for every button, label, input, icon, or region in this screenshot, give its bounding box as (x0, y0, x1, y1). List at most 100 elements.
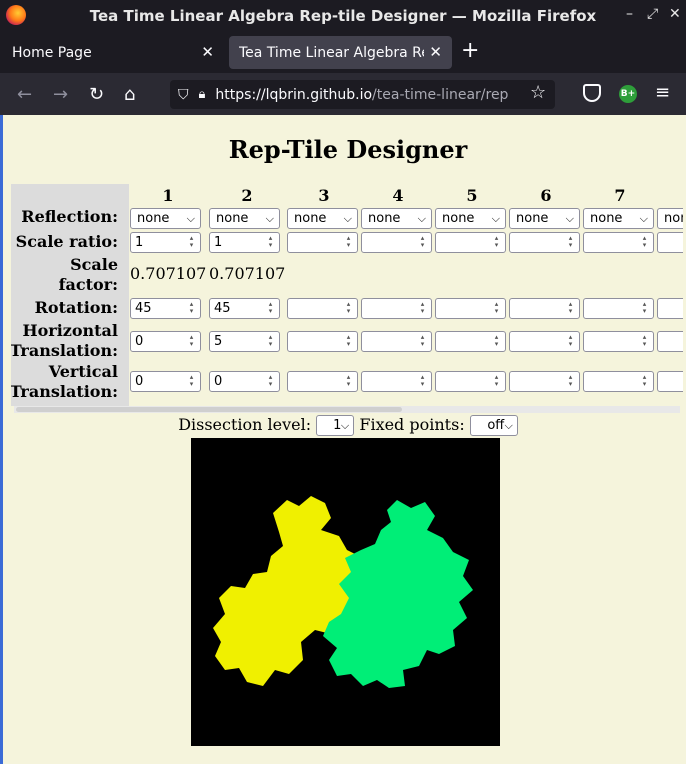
back-arrow-icon[interactable]: ← (17, 84, 32, 105)
spinner-icon[interactable]: ▴ ▾ (640, 334, 649, 348)
scale-ratio-input[interactable]: ▴ ▾ (287, 232, 358, 253)
rotation-input[interactable]: 45 ▴ ▾ (130, 298, 201, 319)
scrollbar-thumb[interactable] (16, 407, 402, 412)
spinner-icon[interactable]: ▴ ▾ (566, 374, 575, 388)
spinner-icon[interactable]: ▴ ▾ (418, 235, 427, 249)
reflection-select[interactable]: none ⌵ (435, 208, 506, 229)
horizontal-translation-input[interactable]: 0 ▴ ▾ (130, 331, 201, 352)
horizontal-translation-input[interactable]: ▴ ▾ (435, 331, 506, 352)
spinner-icon[interactable]: ▴ ▾ (640, 374, 649, 388)
spinner-icon[interactable]: ▴ ▾ (344, 334, 353, 348)
vertical-translation-input[interactable]: ▴ ▾ (583, 371, 654, 392)
chevron-down-icon: ⌵ (265, 212, 274, 225)
horizontal-translation-input[interactable]: ▴ ▾ (509, 331, 580, 352)
scale-ratio-input[interactable] (657, 232, 683, 253)
reflection-select[interactable]: none ⌵ (130, 208, 201, 229)
scale-ratio-input[interactable]: ▴ ▾ (435, 232, 506, 253)
spinner-icon[interactable]: ▴ ▾ (266, 334, 275, 348)
vertical-translation-input[interactable] (657, 371, 683, 392)
horizontal-scrollbar[interactable] (14, 406, 680, 413)
input-value: 1 (214, 235, 223, 250)
close-window-button[interactable]: ✕ (669, 6, 681, 22)
horizontal-translation-input[interactable]: ▴ ▾ (361, 331, 432, 352)
rotation-input[interactable] (657, 298, 683, 319)
horizontal-translation-input[interactable]: ▴ ▾ (583, 331, 654, 352)
tab-label: Home Page (12, 44, 92, 61)
reflection-select[interactable]: non (657, 208, 683, 229)
spinner-icon[interactable]: ▴ ▾ (492, 334, 501, 348)
close-tab-icon[interactable]: ✕ (429, 43, 442, 61)
spinner-icon[interactable]: ▴ ▾ (640, 235, 649, 249)
vertical-translation-input[interactable]: 0 ▴ ▾ (130, 371, 201, 392)
scale-ratio-input[interactable]: ▴ ▾ (509, 232, 580, 253)
vertical-translation-input[interactable]: ▴ ▾ (435, 371, 506, 392)
transform-table: Reflection: Scale ratio: Scale factor: R… (11, 184, 683, 406)
pocket-icon[interactable] (583, 84, 601, 102)
spinner-icon[interactable]: ▴ ▾ (492, 301, 501, 315)
reflection-select[interactable]: none ⌵ (361, 208, 432, 229)
vertical-translation-input[interactable]: ▴ ▾ (287, 371, 358, 392)
tab-rep-tile-designer[interactable]: Tea Time Linear Algebra Rep-tile Designe… (229, 36, 452, 69)
scale-ratio-input[interactable]: ▴ ▾ (361, 232, 432, 253)
fixed-points-label: Fixed points: (359, 415, 465, 434)
hamburger-menu-icon[interactable]: ≡ (655, 82, 670, 103)
reflection-select[interactable]: none ⌵ (209, 208, 280, 229)
reflection-select[interactable]: none ⌵ (287, 208, 358, 229)
maximize-button[interactable]: ⤢ (647, 6, 658, 22)
bookmark-star-icon[interactable]: ☆ (530, 82, 546, 103)
vertical-translation-input[interactable]: 0 ▴ ▾ (209, 371, 280, 392)
spinner-icon[interactable]: ▴ ▾ (418, 301, 427, 315)
dissection-level-select[interactable]: 1 ⌵ (316, 415, 355, 436)
horizontal-translation-input[interactable]: ▴ ▾ (287, 331, 358, 352)
scale-ratio-input[interactable]: 1 ▴ ▾ (130, 232, 201, 253)
spinner-icon[interactable]: ▴ ▾ (418, 374, 427, 388)
rotation-input[interactable]: ▴ ▾ (361, 298, 432, 319)
chevron-down-icon: ⌵ (565, 212, 574, 225)
spinner-icon[interactable]: ▴ ▾ (344, 235, 353, 249)
spinner-icon[interactable]: ▴ ▾ (187, 301, 196, 315)
reload-icon[interactable]: ↻ (89, 84, 104, 105)
spinner-icon[interactable]: ▴ ▾ (640, 301, 649, 315)
spinner-icon[interactable]: ▴ ▾ (187, 235, 196, 249)
horizontal-translation-input[interactable] (657, 331, 683, 352)
spinner-icon[interactable]: ▴ ▾ (266, 235, 275, 249)
fixed-points-select[interactable]: off ⌵ (469, 415, 518, 436)
spinner-icon[interactable]: ▴ ▾ (566, 334, 575, 348)
minimize-button[interactable]: – (626, 6, 633, 22)
rotation-input[interactable]: ▴ ▾ (509, 298, 580, 319)
spinner-icon[interactable]: ▴ ▾ (566, 301, 575, 315)
spinner-icon[interactable]: ▴ ▾ (492, 235, 501, 249)
spinner-icon[interactable]: ▴ ▾ (187, 334, 196, 348)
spinner-icon[interactable]: ▴ ▾ (266, 374, 275, 388)
tab-home-page[interactable]: Home Page ✕ (2, 36, 224, 69)
horizontal-translation-input[interactable]: 5 ▴ ▾ (209, 331, 280, 352)
vertical-translation-input[interactable]: ▴ ▾ (509, 371, 580, 392)
url-bar[interactable]: ⛉ 🔒︎ https://lqbrin.github.io/tea-time-l… (170, 80, 555, 109)
spinner-icon[interactable]: ▴ ▾ (187, 374, 196, 388)
rotation-input[interactable]: ▴ ▾ (435, 298, 506, 319)
close-tab-icon[interactable]: ✕ (201, 43, 214, 61)
forward-arrow-icon[interactable]: → (53, 84, 68, 105)
new-tab-plus-icon[interactable]: + (461, 38, 479, 63)
extension-badge-icon[interactable]: B+ (619, 85, 637, 103)
reflection-select[interactable]: none ⌵ (583, 208, 654, 229)
home-icon[interactable]: ⌂ (124, 84, 135, 105)
vertical-translation-input[interactable]: ▴ ▾ (361, 371, 432, 392)
lock-icon[interactable]: 🔒︎ (199, 87, 206, 102)
spinner-icon[interactable]: ▴ ▾ (344, 374, 353, 388)
rotation-input[interactable]: 45 ▴ ▾ (209, 298, 280, 319)
spinner-icon[interactable]: ▴ ▾ (344, 301, 353, 315)
tracking-shield-icon[interactable]: ⛉ (178, 87, 189, 103)
spinner-icon[interactable]: ▴ ▾ (418, 334, 427, 348)
spinner-icon[interactable]: ▴ ▾ (492, 374, 501, 388)
rep-tile-canvas[interactable] (191, 438, 500, 746)
spinner-icon[interactable]: ▴ ▾ (566, 235, 575, 249)
url-text[interactable]: https://lqbrin.github.io/tea-time-linear… (215, 87, 508, 103)
reflection-select[interactable]: none ⌵ (509, 208, 580, 229)
scale-ratio-input[interactable]: ▴ ▾ (583, 232, 654, 253)
scale-ratio-input[interactable]: 1 ▴ ▾ (209, 232, 280, 253)
window-titlebar: Tea Time Linear Algebra Rep-tile Designe… (0, 0, 686, 31)
rotation-input[interactable]: ▴ ▾ (583, 298, 654, 319)
rotation-input[interactable]: ▴ ▾ (287, 298, 358, 319)
spinner-icon[interactable]: ▴ ▾ (266, 301, 275, 315)
